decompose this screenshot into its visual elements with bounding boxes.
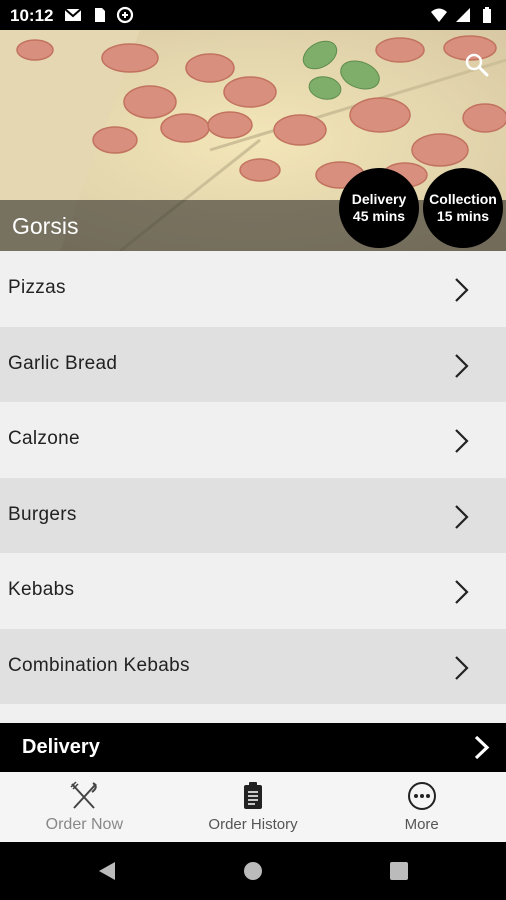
bottom-nav: Order Now Order History More <box>0 772 506 842</box>
delivery-mode-label: Delivery <box>22 736 100 758</box>
recents-icon[interactable] <box>387 859 411 883</box>
chevron-right-icon <box>455 429 469 453</box>
nav-label: Order Now <box>45 816 124 833</box>
category-row-partial[interactable] <box>0 704 506 723</box>
nav-label: Order History <box>208 816 298 833</box>
chevron-right-icon <box>455 580 469 604</box>
battery-icon <box>483 7 491 23</box>
delivery-mode-bar[interactable]: Delivery <box>0 723 506 772</box>
category-row-kebabs[interactable]: Kebabs <box>0 553 506 629</box>
chevron-right-icon <box>455 278 469 302</box>
category-label: Garlic Bread <box>8 352 118 374</box>
chevron-right-icon <box>455 504 469 529</box>
home-icon[interactable] <box>241 859 265 883</box>
delivery-badge-label: Delivery <box>351 191 407 207</box>
status-right-icons <box>430 6 496 24</box>
collection-time-badge: Collection 15 mins <box>423 168 503 248</box>
collection-badge-time: 15 mins <box>436 208 490 224</box>
category-row-combination-kebabs[interactable]: Combination Kebabs <box>0 628 506 704</box>
category-row-pizzas[interactable]: Pizzas <box>0 251 506 327</box>
chevron-right-icon <box>455 353 469 378</box>
category-list: Pizzas Garlic Bread Calzone Burgers Keba… <box>0 251 506 723</box>
wifi-icon <box>431 8 447 22</box>
category-label: Calzone <box>8 428 80 449</box>
nav-order-now[interactable]: Order Now <box>0 772 169 842</box>
chevron-right-icon <box>474 735 490 760</box>
category-label: Combination Kebabs <box>8 654 190 676</box>
status-left-icons <box>64 6 134 24</box>
status-time: 10:12 <box>10 6 54 25</box>
hero-banner: Gorsis Delivery 45 mins Collection 15 mi… <box>0 30 506 251</box>
delivery-time-badge: Delivery 45 mins <box>339 168 419 248</box>
nav-order-history[interactable]: Order History <box>169 772 338 842</box>
delivery-badge-time: 45 mins <box>352 208 406 224</box>
chevron-right-icon <box>455 655 469 680</box>
more-icon <box>407 782 436 810</box>
nav-more[interactable]: More <box>337 772 506 842</box>
category-row-burgers[interactable]: Burgers <box>0 477 506 553</box>
gmail-icon <box>64 8 82 21</box>
restaurant-name: Gorsis <box>12 213 79 239</box>
collection-badge-label: Collection <box>429 191 497 207</box>
search-icon[interactable] <box>464 52 490 78</box>
clipboard-icon <box>244 782 262 809</box>
category-row-calzone[interactable]: Calzone <box>0 402 506 478</box>
signal-icon <box>456 8 470 22</box>
android-nav-bar <box>0 842 506 900</box>
sim-card-icon <box>95 8 105 22</box>
nav-label: More <box>404 816 439 833</box>
data-saver-icon <box>116 6 134 24</box>
category-row-garlic-bread[interactable]: Garlic Bread <box>0 326 506 402</box>
category-label: Pizzas <box>8 277 66 298</box>
category-label: Burgers <box>8 503 77 525</box>
back-icon[interactable] <box>95 859 119 883</box>
fork-knife-icon <box>70 781 98 809</box>
category-label: Kebabs <box>8 579 75 600</box>
status-bar: 10:12 <box>0 0 506 30</box>
